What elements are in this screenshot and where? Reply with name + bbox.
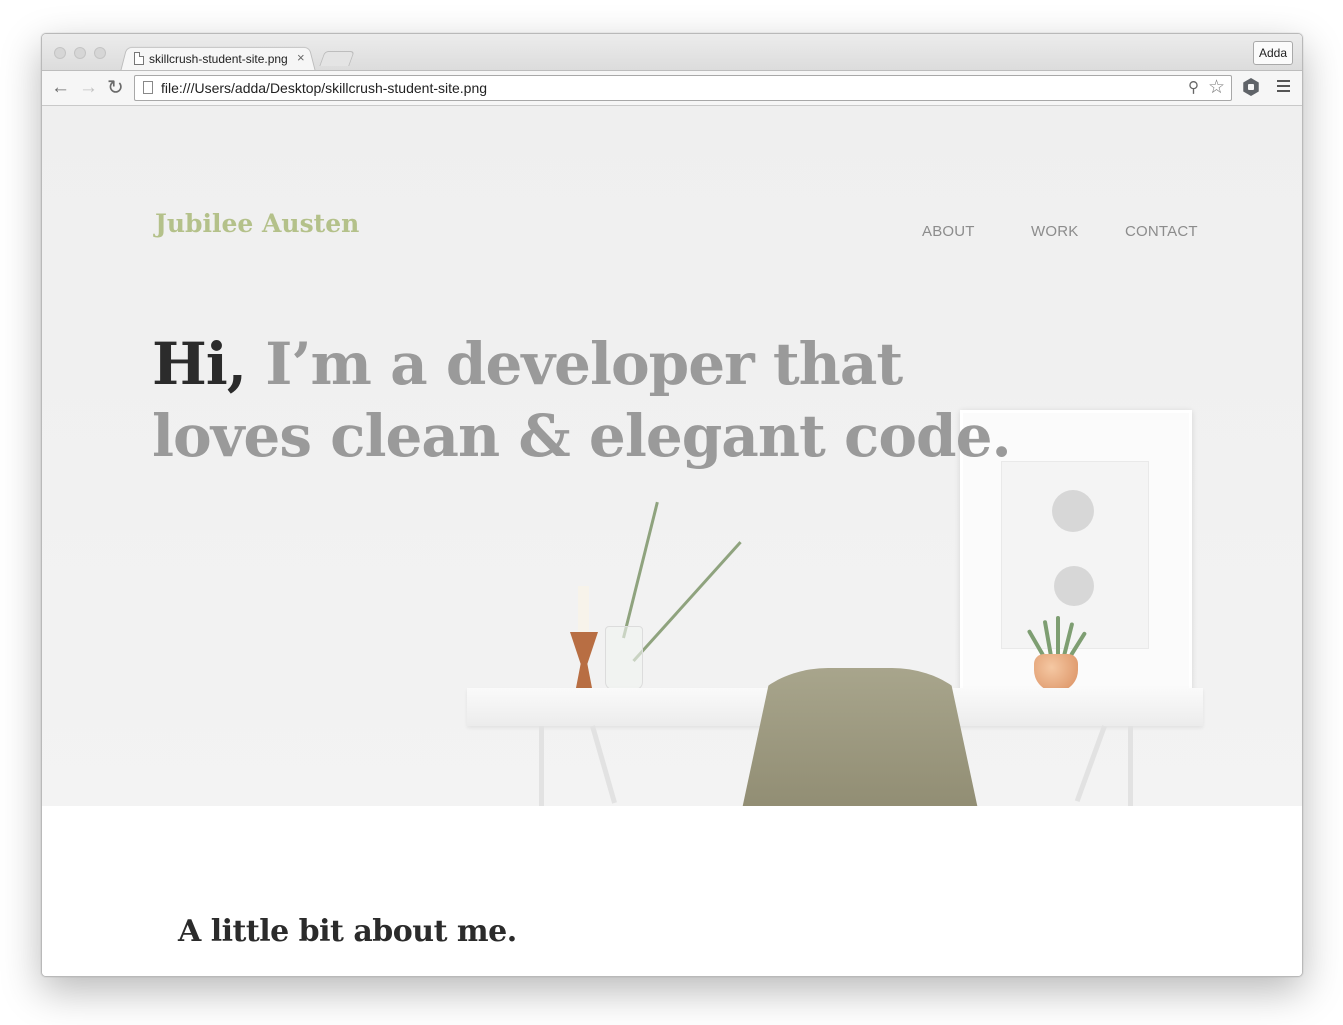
back-arrow-icon[interactable]: ← bbox=[51, 75, 70, 101]
profile-button[interactable]: Adda bbox=[1253, 41, 1293, 65]
close-window-button[interactable] bbox=[54, 47, 66, 59]
about-section: A little bit about me. bbox=[42, 806, 1302, 976]
close-tab-icon[interactable]: × bbox=[297, 50, 305, 65]
tab-strip: skillcrush-student-site.png × Adda bbox=[42, 34, 1302, 72]
web-page: Jubilee Austen ABOUT WORK CONTACT Hi, I’… bbox=[42, 106, 1302, 976]
hero-headline: Hi, I’m a developer that loves clean & e… bbox=[152, 328, 1052, 472]
art-circle bbox=[1052, 490, 1094, 532]
site-logo[interactable]: Jubilee Austen bbox=[155, 209, 359, 238]
desk-leg bbox=[539, 726, 544, 806]
tab-content: skillcrush-student-site.png × bbox=[134, 49, 314, 69]
reload-icon[interactable]: ↻ bbox=[107, 75, 124, 101]
desk-leg bbox=[1128, 726, 1133, 806]
candle-holder bbox=[570, 632, 598, 690]
url-text[interactable]: file:///Users/adda/Desktop/skillcrush-st… bbox=[161, 80, 487, 96]
minimize-window-button[interactable] bbox=[74, 47, 86, 59]
zoom-window-button[interactable] bbox=[94, 47, 106, 59]
candle bbox=[578, 586, 589, 632]
succulent-plant bbox=[1020, 614, 1092, 659]
chair bbox=[738, 668, 982, 806]
plant-stem bbox=[622, 501, 659, 639]
plant-stem bbox=[632, 541, 742, 663]
glass-vase bbox=[605, 626, 643, 690]
page-icon bbox=[143, 81, 153, 94]
address-bar[interactable]: file:///Users/adda/Desktop/skillcrush-st… bbox=[134, 75, 1232, 101]
star-icon[interactable]: ☆ bbox=[1208, 76, 1225, 99]
art-circle bbox=[1054, 566, 1094, 606]
headline-text: I’m a developer that loves clean & elega… bbox=[152, 330, 1012, 470]
desk-leg bbox=[1074, 725, 1107, 803]
headline-greeting: Hi, bbox=[152, 330, 247, 398]
forward-arrow-icon[interactable]: → bbox=[79, 75, 98, 101]
nav-about-link[interactable]: ABOUT bbox=[922, 223, 975, 240]
browser-window: skillcrush-student-site.png × Adda ← → ↻… bbox=[41, 33, 1303, 977]
extension-icon[interactable] bbox=[1243, 78, 1259, 96]
nav-work-link[interactable]: WORK bbox=[1031, 223, 1078, 240]
browser-toolbar: ← → ↻ file:///Users/adda/Desktop/skillcr… bbox=[42, 70, 1302, 106]
nav-contact-link[interactable]: CONTACT bbox=[1125, 223, 1198, 240]
tab-title[interactable]: skillcrush-student-site.png bbox=[149, 52, 291, 66]
hamburger-menu-icon[interactable] bbox=[1277, 80, 1290, 93]
about-heading: A little bit about me. bbox=[178, 914, 517, 949]
magnifier-icon[interactable]: ⚲ bbox=[1188, 78, 1199, 96]
document-icon bbox=[134, 52, 144, 65]
desk-leg bbox=[590, 725, 617, 804]
new-tab-button[interactable] bbox=[319, 51, 355, 66]
hero-section: Jubilee Austen ABOUT WORK CONTACT Hi, I’… bbox=[42, 106, 1302, 806]
